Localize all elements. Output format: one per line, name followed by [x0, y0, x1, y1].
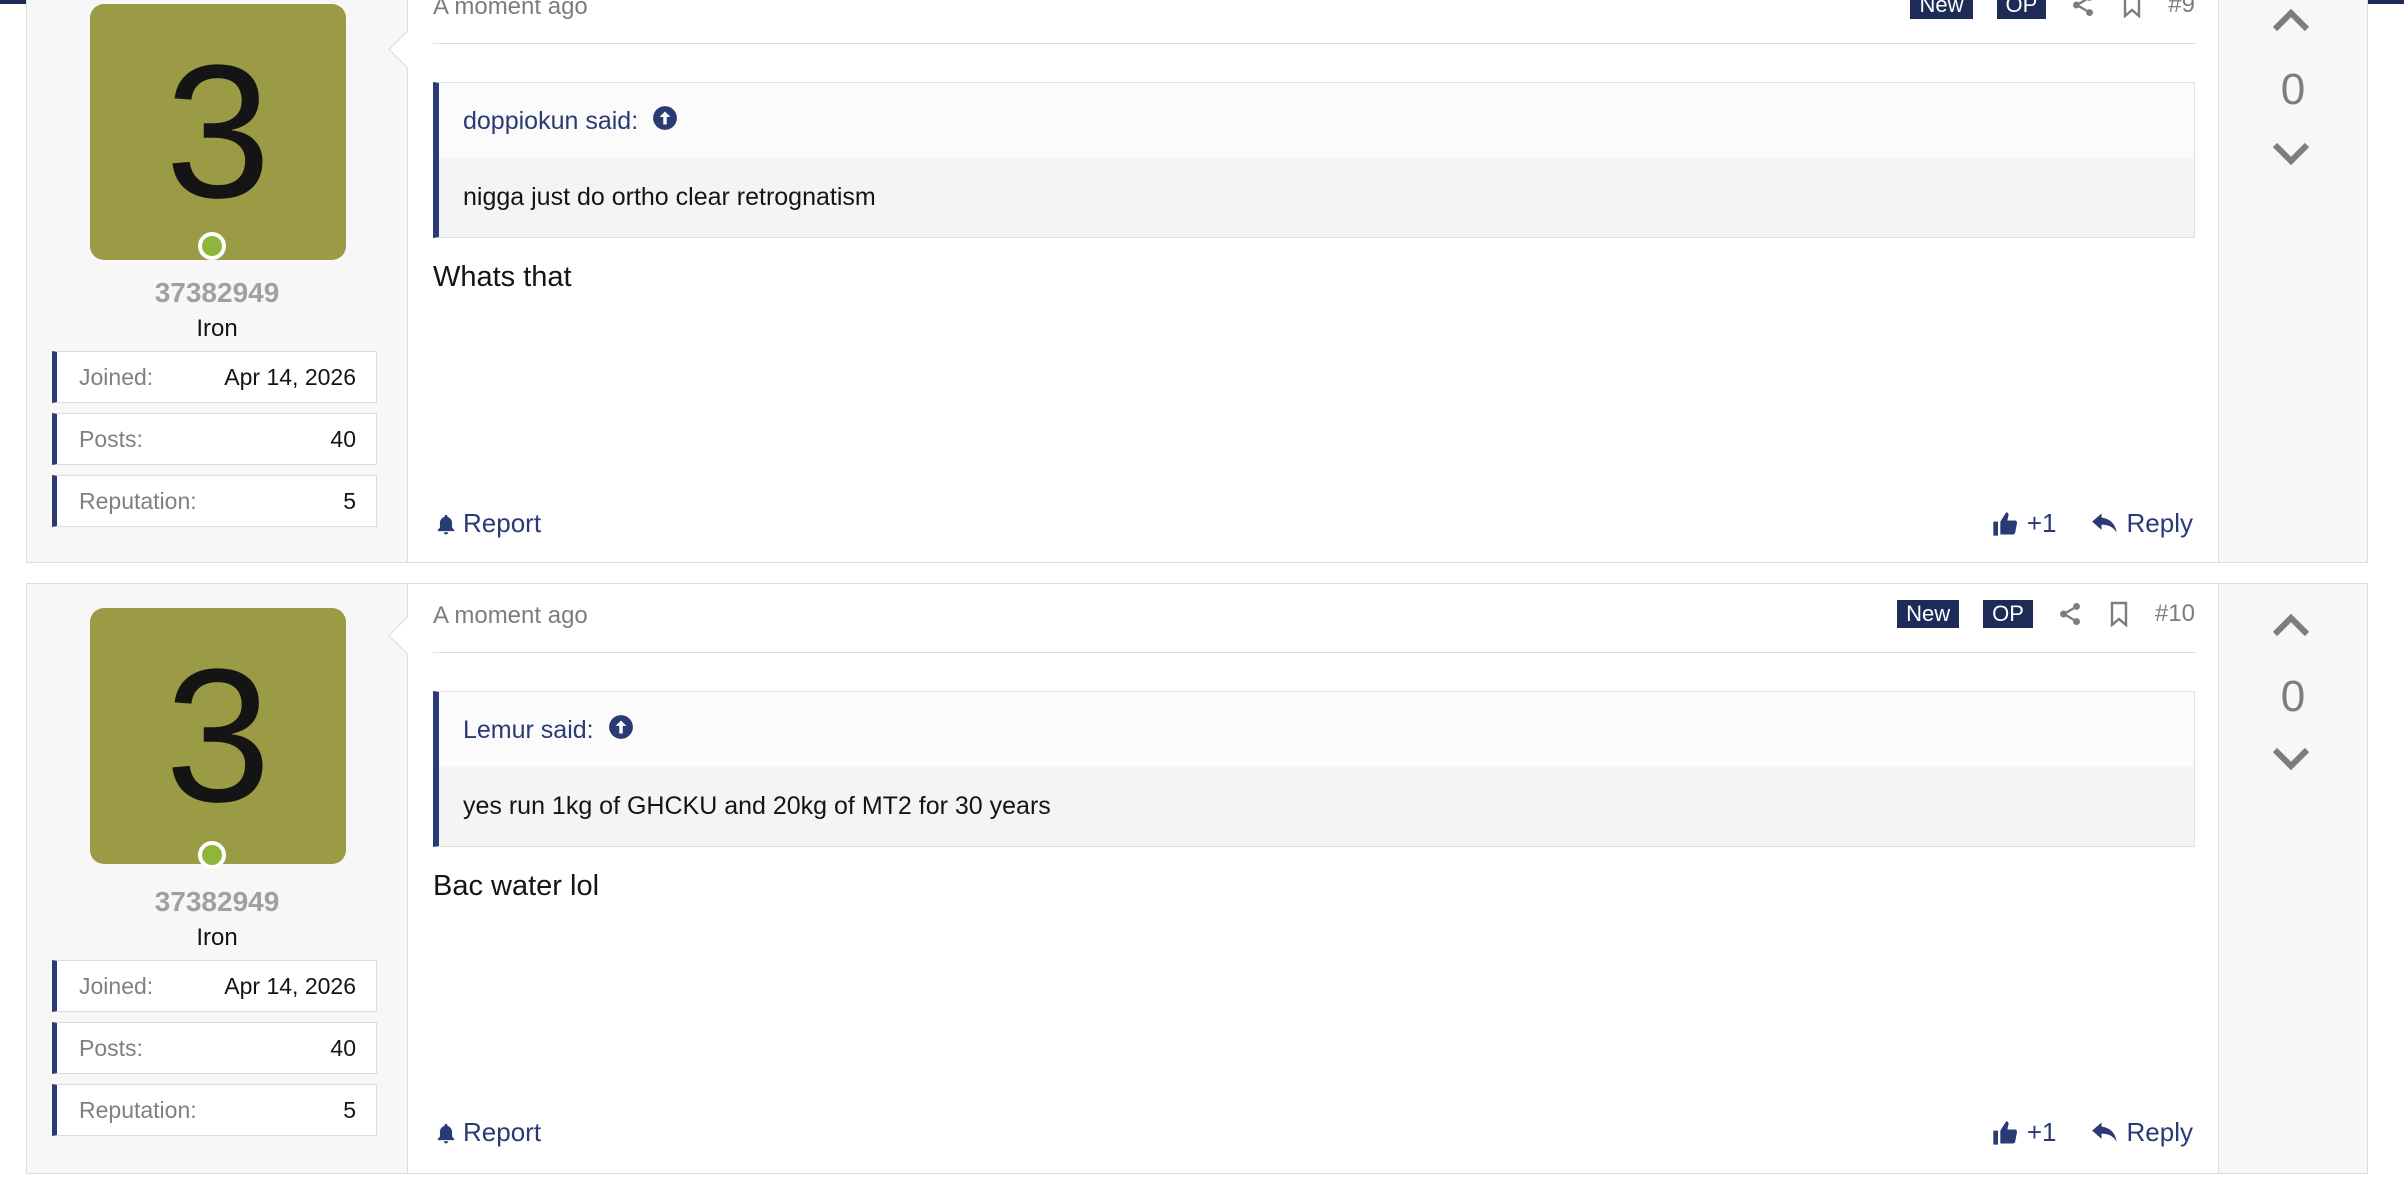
quote-text: nigga just do ortho clear retrognatism	[439, 158, 2194, 237]
quote-text: yes run 1kg of GHCKU and 20kg of MT2 for…	[439, 767, 2194, 846]
quote-block: doppiokun said: nigga just do ortho clea…	[433, 82, 2195, 238]
post-main: A moment ago New OP #9 doppiokun said: n…	[433, 0, 2195, 562]
post-meta-actions: New OP #9	[1910, 0, 2195, 19]
quote-author[interactable]: Lemur said:	[463, 716, 594, 745]
report-button[interactable]: Report	[435, 508, 541, 539]
stat-value: Apr 14, 2026	[224, 363, 356, 390]
panel-arrow	[388, 616, 427, 655]
stat-reputation: Reputation: 5	[52, 1084, 377, 1136]
report-button[interactable]: Report	[435, 1117, 541, 1148]
post-meta-row: A moment ago New OP #9	[433, 0, 2195, 44]
post-message: Whats that	[433, 261, 572, 293]
vote-panel: 0	[2218, 0, 2367, 562]
post-action-buttons: +1 Reply	[1991, 1117, 2193, 1148]
user-info-panel: 3 37382949 Iron Joined: Apr 14, 2026 Pos…	[27, 0, 427, 562]
user-rank: Iron	[196, 315, 238, 342]
stat-label: Posts:	[79, 425, 143, 452]
quote-header[interactable]: doppiokun said:	[463, 105, 678, 138]
avatar[interactable]: 3	[90, 608, 346, 864]
bookmark-icon[interactable]	[2107, 601, 2131, 627]
username[interactable]: 37382949	[27, 886, 407, 918]
arrow-circle-up-icon[interactable]	[608, 714, 634, 747]
chevron-down-icon[interactable]	[2269, 744, 2313, 779]
stat-posts: Posts: 40	[52, 413, 377, 465]
arrow-circle-up-icon[interactable]	[652, 105, 678, 138]
user-rank: Iron	[196, 924, 238, 951]
post-action-buttons: +1 Reply	[1991, 508, 2193, 539]
like-count: +1	[2026, 508, 2057, 538]
quote-text-content: yes run 1kg of GHCKU and 20kg of MT2 for…	[463, 792, 1051, 820]
quote-text-content: nigga just do ortho clear retrognatism	[463, 183, 876, 211]
reply-button[interactable]: Reply	[2091, 508, 2193, 539]
post-main: A moment ago New OP #10 Lemur said: yes …	[433, 584, 2195, 1173]
stat-label: Joined:	[79, 972, 154, 999]
quote-header[interactable]: Lemur said:	[463, 714, 634, 747]
thumbs-up-icon	[1993, 511, 2017, 536]
share-icon[interactable]	[2057, 601, 2083, 627]
panel-arrow	[388, 30, 427, 69]
reply-arrow-icon	[2091, 1122, 2117, 1142]
bell-icon	[437, 514, 455, 534]
post-timestamp[interactable]: A moment ago	[433, 0, 588, 21]
report-label: Report	[463, 1117, 542, 1147]
stat-posts: Posts: 40	[52, 1022, 377, 1074]
thumbs-up-icon	[1993, 1120, 2017, 1145]
stat-label: Reputation:	[79, 1096, 197, 1123]
reply-label: Reply	[2126, 508, 2193, 538]
stat-value: 5	[343, 1096, 356, 1123]
bookmark-icon[interactable]	[2120, 0, 2144, 18]
vote-panel: 0	[2218, 584, 2367, 1173]
post-timestamp[interactable]: A moment ago	[433, 602, 588, 630]
chevron-up-icon[interactable]	[2269, 5, 2313, 40]
vote-score: 0	[2280, 672, 2306, 721]
stat-value: Apr 14, 2026	[224, 972, 356, 999]
op-badge: OP	[1996, 0, 2047, 19]
stat-value: 40	[330, 1034, 356, 1061]
vote-score: 0	[2280, 65, 2306, 114]
post: 3 37382949 Iron Joined: Apr 14, 2026 Pos…	[26, 0, 2368, 563]
online-status-dot	[198, 841, 226, 869]
stat-label: Joined:	[79, 363, 154, 390]
stat-value: 5	[343, 487, 356, 514]
reply-arrow-icon	[2091, 513, 2117, 533]
op-badge: OP	[1983, 600, 2033, 628]
chevron-down-icon[interactable]	[2269, 139, 2313, 174]
avatar[interactable]: 3	[90, 4, 346, 260]
post-actions: Report +1 Reply	[433, 1117, 2195, 1157]
quote-author[interactable]: doppiokun said:	[463, 107, 638, 136]
stat-value: 40	[330, 425, 356, 452]
stat-joined: Joined: Apr 14, 2026	[52, 351, 377, 403]
reply-label: Reply	[2126, 1117, 2193, 1147]
post-number-link[interactable]: #9	[2168, 0, 2195, 19]
post-number-link[interactable]: #10	[2155, 600, 2195, 628]
username[interactable]: 37382949	[27, 277, 407, 309]
post-actions: Report +1 Reply	[433, 508, 2195, 548]
post-message: Bac water lol	[433, 870, 600, 902]
post: 3 37382949 Iron Joined: Apr 14, 2026 Pos…	[26, 583, 2368, 1174]
post-meta-row: A moment ago New OP #10	[433, 600, 2195, 653]
post-meta-actions: New OP #10	[1897, 600, 2195, 628]
new-badge: New	[1897, 600, 1960, 628]
stat-reputation: Reputation: 5	[52, 475, 377, 527]
bell-icon	[437, 1123, 455, 1143]
like-button[interactable]: +1	[1991, 1117, 2057, 1148]
new-badge: New	[1910, 0, 1973, 19]
like-count: +1	[2026, 1117, 2057, 1147]
quote-block: Lemur said: yes run 1kg of GHCKU and 20k…	[433, 691, 2195, 847]
online-status-dot	[198, 232, 226, 260]
stat-joined: Joined: Apr 14, 2026	[52, 960, 377, 1012]
chevron-up-icon[interactable]	[2269, 610, 2313, 645]
like-button[interactable]: +1	[1991, 508, 2057, 539]
stat-label: Posts:	[79, 1034, 143, 1061]
user-info-panel: 3 37382949 Iron Joined: Apr 14, 2026 Pos…	[27, 584, 427, 1173]
share-icon[interactable]	[2070, 0, 2096, 18]
reply-button[interactable]: Reply	[2091, 1117, 2193, 1148]
report-label: Report	[463, 508, 542, 538]
stat-label: Reputation:	[79, 487, 197, 514]
